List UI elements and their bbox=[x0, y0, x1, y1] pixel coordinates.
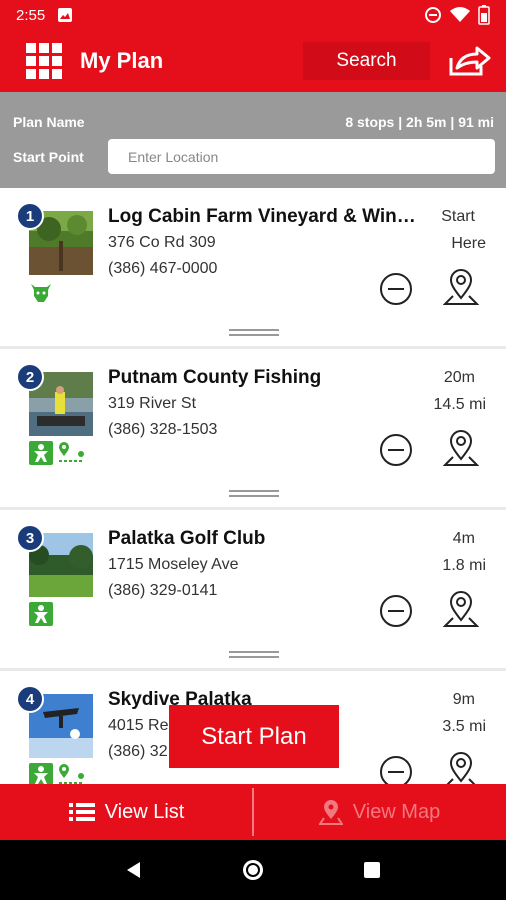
tab-view-list[interactable]: View List bbox=[0, 784, 253, 840]
status-time: 2:55 bbox=[16, 6, 46, 24]
activity-icon bbox=[29, 441, 53, 465]
tab-divider bbox=[252, 788, 254, 836]
plan-info-bar: Plan Name 8 stops | 2h 5m | 91 mi Start … bbox=[0, 92, 506, 188]
dnd-icon bbox=[425, 7, 441, 23]
stop-address: 1715 Moseley Ave bbox=[108, 556, 239, 573]
stop-name: Log Cabin Farm Vineyard & Winery bbox=[108, 206, 420, 227]
stop-time-label: 4m bbox=[452, 530, 475, 547]
stop-time-label: Start bbox=[441, 208, 475, 225]
location-route-icon bbox=[59, 442, 84, 462]
plan-name-label: Plan Name bbox=[13, 114, 85, 130]
bottom-tab-bar: View List View Map bbox=[0, 784, 506, 840]
stop-time-label: 20m bbox=[443, 369, 475, 386]
stop-phone[interactable]: (386) 328-1503 bbox=[108, 421, 217, 439]
map-pin-icon[interactable] bbox=[443, 429, 479, 469]
stop-phone[interactable]: (386) 32 bbox=[108, 743, 168, 761]
app-bar: My Plan Search bbox=[0, 30, 506, 92]
map-marker-icon bbox=[318, 800, 343, 825]
category-icons bbox=[29, 763, 85, 784]
share-icon[interactable] bbox=[447, 44, 491, 78]
system-nav-bar bbox=[0, 840, 506, 900]
home-icon[interactable] bbox=[241, 858, 265, 882]
menu-grid-icon[interactable] bbox=[24, 41, 64, 81]
back-icon[interactable] bbox=[124, 860, 144, 880]
stop-address: 4015 Re bbox=[108, 717, 169, 734]
tab-view-map[interactable]: View Map bbox=[253, 784, 506, 840]
drag-handle[interactable] bbox=[229, 329, 279, 336]
start-plan-button[interactable]: Start Plan bbox=[169, 705, 339, 768]
drag-handle[interactable] bbox=[229, 651, 279, 658]
stop-number-badge: 3 bbox=[16, 524, 44, 552]
wifi-icon bbox=[450, 7, 470, 22]
stop-distance-label: 3.5 mi bbox=[442, 718, 486, 735]
remove-stop-icon[interactable] bbox=[379, 272, 413, 306]
remove-stop-icon[interactable] bbox=[379, 755, 413, 784]
status-bar: 2:55 bbox=[0, 0, 506, 30]
tab-view-list-label: View List bbox=[104, 800, 185, 823]
cow-icon bbox=[31, 284, 51, 302]
stop-distance-label: 14.5 mi bbox=[433, 396, 486, 413]
stop-name: Palatka Golf Club bbox=[108, 528, 266, 549]
stop-card[interactable]: 2 Putnam County Fishing 319 River St (38… bbox=[0, 349, 506, 507]
stop-phone[interactable]: (386) 329-0141 bbox=[108, 582, 217, 600]
stop-name: Putnam County Fishing bbox=[108, 367, 322, 388]
start-location-input[interactable] bbox=[108, 139, 495, 174]
tab-view-map-label: View Map bbox=[352, 800, 441, 823]
stop-time-label: 9m bbox=[452, 691, 475, 708]
map-pin-icon[interactable] bbox=[443, 268, 479, 308]
plan-stats: 8 stops | 2h 5m | 91 mi bbox=[345, 114, 494, 130]
battery-icon bbox=[478, 5, 490, 25]
drag-handle[interactable] bbox=[229, 490, 279, 497]
list-icon bbox=[68, 803, 95, 821]
stop-card[interactable]: 1 Log Cabin Farm Vineyard & Winery 376 C… bbox=[0, 188, 506, 346]
page-title: My Plan bbox=[80, 48, 164, 73]
activity-icon bbox=[29, 763, 53, 784]
recents-icon[interactable] bbox=[362, 860, 382, 880]
remove-stop-icon[interactable] bbox=[379, 594, 413, 628]
stop-number-badge: 2 bbox=[16, 363, 44, 391]
stop-number-badge: 1 bbox=[16, 202, 44, 230]
stop-card[interactable]: 3 Palatka Golf Club 1715 Moseley Ave (38… bbox=[0, 510, 506, 668]
stop-distance-label: 1.8 mi bbox=[442, 557, 486, 574]
activity-icon bbox=[29, 602, 53, 626]
category-icons bbox=[29, 441, 85, 465]
category-icons bbox=[29, 602, 53, 626]
map-pin-icon[interactable] bbox=[443, 751, 479, 784]
stop-address: 319 River St bbox=[108, 395, 197, 412]
stops-list[interactable]: 1 Log Cabin Farm Vineyard & Winery 376 C… bbox=[0, 188, 506, 784]
location-route-icon bbox=[59, 764, 84, 784]
stop-distance-label: Here bbox=[451, 235, 486, 252]
image-notification-icon bbox=[58, 8, 73, 22]
map-pin-icon[interactable] bbox=[443, 590, 479, 630]
stop-address: 376 Co Rd 309 bbox=[108, 234, 216, 251]
start-point-label: Start Point bbox=[13, 149, 84, 165]
stop-phone[interactable]: (386) 467-0000 bbox=[108, 260, 217, 278]
search-button[interactable]: Search bbox=[303, 42, 430, 80]
category-icons bbox=[29, 280, 53, 304]
remove-stop-icon[interactable] bbox=[379, 433, 413, 467]
stop-number-badge: 4 bbox=[16, 685, 44, 713]
